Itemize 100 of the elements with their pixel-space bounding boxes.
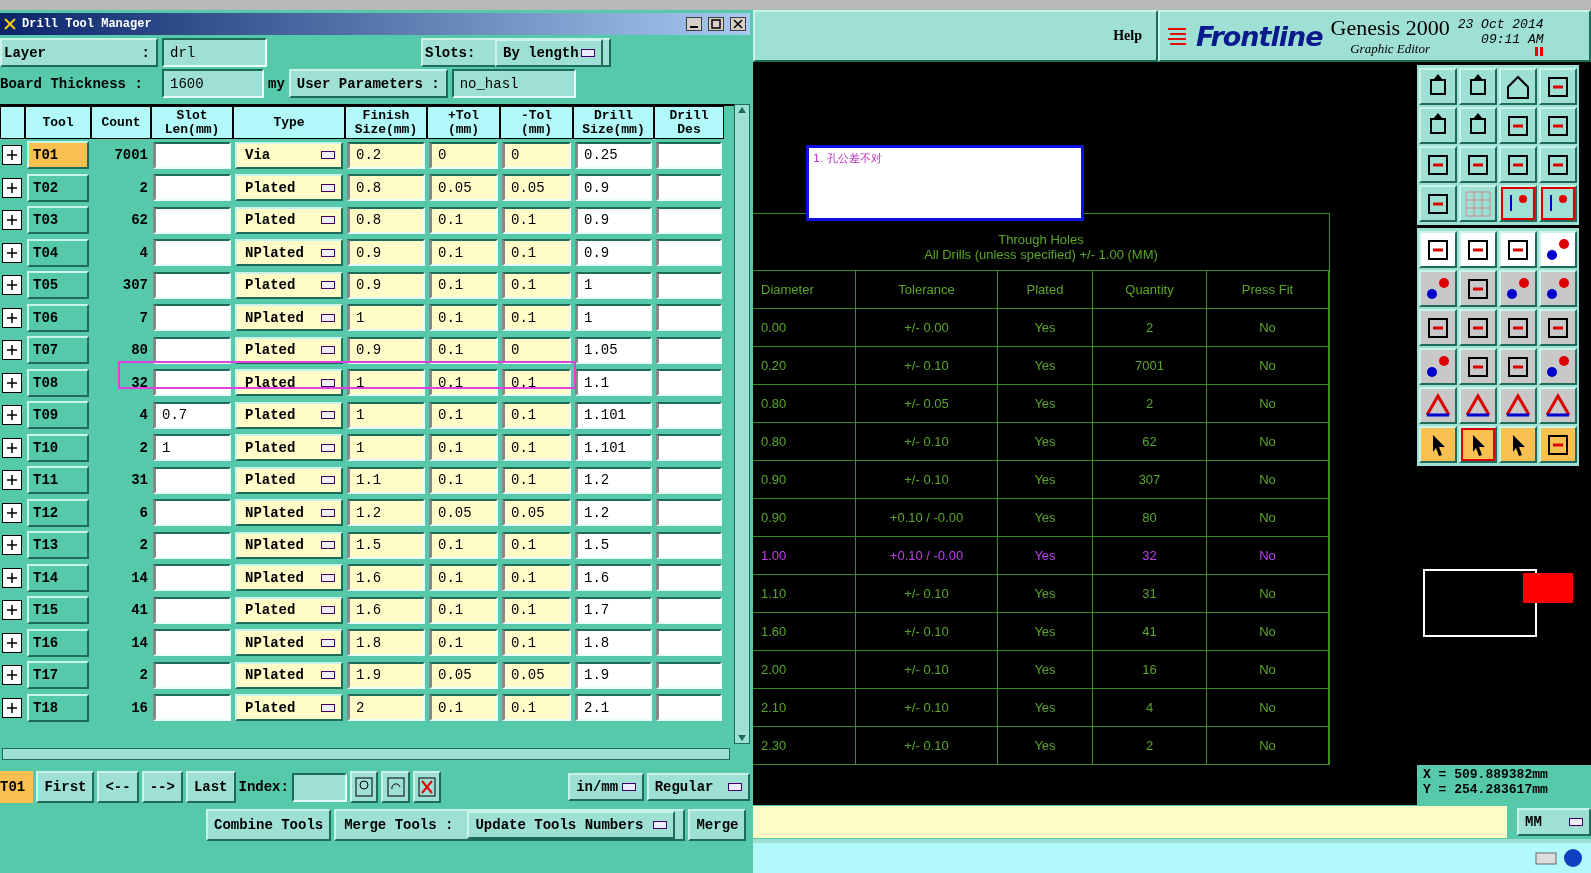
minus-tolerance-field[interactable]: 0.1 bbox=[502, 694, 571, 722]
tool-button[interactable]: T07 bbox=[27, 336, 89, 365]
slot-length-field[interactable] bbox=[153, 369, 231, 397]
expand-button[interactable] bbox=[2, 502, 22, 523]
slot-length-field[interactable] bbox=[153, 141, 231, 169]
minus-tolerance-field[interactable]: 0.1 bbox=[502, 434, 571, 462]
plus-tolerance-field[interactable]: 0.1 bbox=[429, 271, 498, 299]
drill-des-field[interactable] bbox=[656, 369, 722, 397]
minus-tolerance-field[interactable]: 0.1 bbox=[502, 271, 571, 299]
toolbar-button[interactable] bbox=[1499, 231, 1537, 268]
tool-button[interactable]: T01 bbox=[27, 141, 89, 170]
thickness-field[interactable]: 1600 bbox=[162, 69, 264, 98]
drill-size-field[interactable]: 1.2 bbox=[575, 466, 652, 494]
minus-tolerance-field[interactable]: 0.05 bbox=[502, 661, 571, 689]
minus-tolerance-field[interactable]: 0.1 bbox=[502, 369, 571, 397]
toolbar-button[interactable] bbox=[1539, 270, 1577, 307]
drill-des-field[interactable] bbox=[656, 466, 722, 494]
type-dropdown[interactable]: NPlated bbox=[235, 531, 343, 559]
drill-size-field[interactable]: 1.5 bbox=[575, 531, 652, 559]
drill-des-field[interactable] bbox=[656, 629, 722, 657]
merge-dropdown[interactable]: Update Tools Numbers bbox=[467, 811, 676, 839]
drill-size-field[interactable]: 0.25 bbox=[575, 141, 652, 169]
maximize-button[interactable] bbox=[708, 17, 724, 31]
type-dropdown[interactable]: NPlated bbox=[235, 661, 343, 689]
toolbar-button[interactable] bbox=[1499, 146, 1537, 183]
tool-button[interactable]: T09 bbox=[27, 401, 89, 430]
minus-tolerance-field[interactable]: 0.1 bbox=[502, 401, 571, 429]
tool-button[interactable]: T16 bbox=[27, 628, 89, 657]
toolbar-button[interactable] bbox=[1419, 348, 1457, 385]
refresh-button[interactable] bbox=[381, 771, 410, 803]
minus-tolerance-field[interactable]: 0.1 bbox=[502, 466, 571, 494]
drill-des-field[interactable] bbox=[656, 239, 722, 267]
drill-des-field[interactable] bbox=[656, 174, 722, 202]
slot-length-field[interactable] bbox=[153, 271, 231, 299]
slot-length-field[interactable] bbox=[153, 206, 231, 234]
drill-size-field[interactable]: 1.1 bbox=[575, 369, 652, 397]
slot-length-field[interactable] bbox=[153, 564, 231, 592]
drill-size-field[interactable]: 1.101 bbox=[575, 401, 652, 429]
toolbar-button[interactable] bbox=[1539, 107, 1577, 144]
expand-button[interactable] bbox=[2, 535, 22, 556]
slot-length-field[interactable] bbox=[153, 596, 231, 624]
horizontal-scrollbar[interactable] bbox=[2, 748, 730, 760]
finish-size-field[interactable]: 1.6 bbox=[347, 596, 425, 624]
expand-button[interactable] bbox=[2, 177, 22, 198]
finish-size-field[interactable]: 1.9 bbox=[347, 661, 425, 689]
toolbar-button[interactable] bbox=[1499, 348, 1537, 385]
type-dropdown[interactable]: Plated bbox=[235, 434, 343, 462]
slot-length-field[interactable] bbox=[153, 531, 231, 559]
minus-tolerance-field[interactable]: 0.1 bbox=[502, 304, 571, 332]
finish-size-field[interactable]: 0.9 bbox=[347, 336, 425, 364]
navigation-button[interactable]: <-- bbox=[97, 771, 139, 803]
toolbar-button[interactable] bbox=[1419, 309, 1457, 346]
toolbar-button[interactable] bbox=[1419, 146, 1457, 183]
plus-tolerance-field[interactable]: 0.1 bbox=[429, 694, 498, 722]
toolbar-button[interactable] bbox=[1499, 309, 1537, 346]
slot-length-field[interactable] bbox=[153, 629, 231, 657]
tool-button[interactable]: T14 bbox=[27, 563, 89, 592]
type-dropdown[interactable]: NPlated bbox=[235, 629, 343, 657]
drill-size-field[interactable]: 1 bbox=[575, 271, 652, 299]
plus-tolerance-field[interactable]: 0.1 bbox=[429, 369, 498, 397]
slot-length-field[interactable] bbox=[153, 499, 231, 527]
expand-button[interactable] bbox=[2, 437, 22, 458]
finish-size-field[interactable]: 0.9 bbox=[347, 271, 425, 299]
drill-des-field[interactable] bbox=[656, 434, 722, 462]
finish-size-field[interactable]: 0.2 bbox=[347, 141, 425, 169]
minus-tolerance-field[interactable]: 0.1 bbox=[502, 629, 571, 657]
plus-tolerance-field[interactable]: 0.1 bbox=[429, 401, 498, 429]
type-dropdown[interactable]: NPlated bbox=[235, 499, 343, 527]
overview-map[interactable] bbox=[1423, 569, 1537, 637]
user-parameters-field[interactable]: no_hasl bbox=[451, 69, 576, 98]
minus-tolerance-field[interactable]: 0 bbox=[502, 141, 571, 169]
toolbar-button[interactable] bbox=[1459, 68, 1497, 105]
expand-button[interactable] bbox=[2, 372, 22, 393]
toolbar-button[interactable] bbox=[1539, 426, 1577, 463]
expand-button[interactable] bbox=[2, 307, 22, 328]
slots-dropdown[interactable]: By length bbox=[495, 38, 603, 67]
expand-button[interactable] bbox=[2, 567, 22, 588]
units-dropdown[interactable]: MM bbox=[1517, 808, 1591, 836]
drawing-canvas[interactable] bbox=[753, 62, 1417, 805]
drill-des-field[interactable] bbox=[656, 694, 722, 722]
navigation-button[interactable]: Last bbox=[185, 771, 236, 803]
minus-tolerance-field[interactable]: 0 bbox=[502, 336, 571, 364]
toolbar-button[interactable] bbox=[1499, 68, 1537, 105]
drill-size-field[interactable]: 0.9 bbox=[575, 206, 652, 234]
toolbar-button[interactable] bbox=[1539, 348, 1577, 385]
plus-tolerance-field[interactable]: 0.1 bbox=[429, 239, 498, 267]
minus-tolerance-field[interactable]: 0.1 bbox=[502, 206, 571, 234]
user-parameters-button[interactable]: User Parameters : bbox=[288, 69, 448, 98]
toolbar-button[interactable] bbox=[1459, 309, 1497, 346]
finish-size-field[interactable]: 1 bbox=[347, 304, 425, 332]
finish-size-field[interactable]: 1.1 bbox=[347, 466, 425, 494]
toolbar-button[interactable] bbox=[1539, 146, 1577, 183]
plus-tolerance-field[interactable]: 0 bbox=[429, 141, 498, 169]
layer-field[interactable]: drl bbox=[162, 38, 267, 67]
toolbar-button[interactable] bbox=[1419, 107, 1457, 144]
tool-button[interactable]: T15 bbox=[27, 596, 89, 625]
slot-length-field[interactable] bbox=[153, 304, 231, 332]
finish-size-field[interactable]: 1.6 bbox=[347, 564, 425, 592]
type-dropdown[interactable]: Plated bbox=[235, 694, 343, 722]
plus-tolerance-field[interactable]: 0.1 bbox=[429, 596, 498, 624]
